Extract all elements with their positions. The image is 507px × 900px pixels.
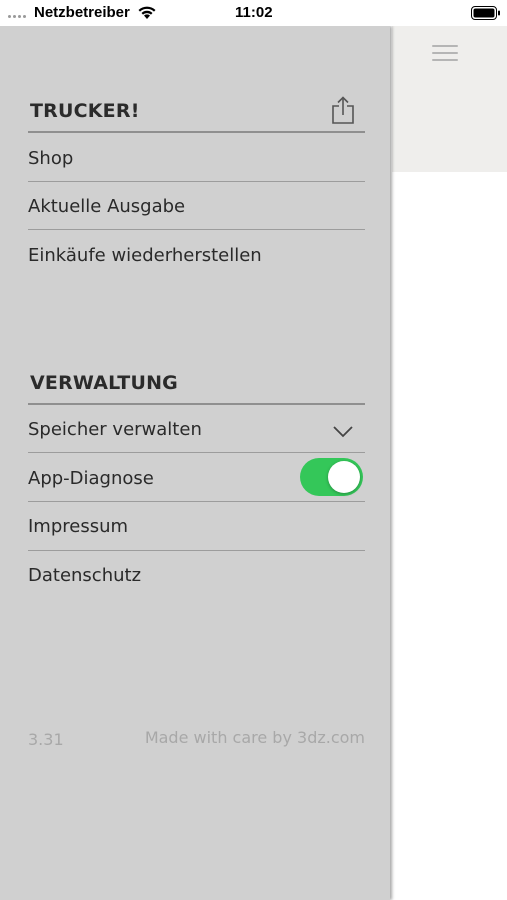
- status-time: 11:02: [235, 4, 273, 21]
- status-bar: Netzbetreiber 11:02: [0, 0, 507, 26]
- battery-icon: [471, 6, 500, 20]
- menu-item-restore-purchases[interactable]: Einkäufe wiederherstellen: [28, 232, 365, 280]
- credit-link[interactable]: Made with care by 3dz.com: [145, 728, 365, 747]
- menu-item-manage-storage[interactable]: Speicher verwalten: [28, 406, 365, 454]
- carrier-name: Netzbetreiber: [34, 4, 130, 21]
- signal-strength-icon: [8, 9, 26, 18]
- section-title-trucker: TRUCKER!: [30, 100, 140, 122]
- item-divider: [28, 229, 365, 230]
- section-divider: [28, 131, 365, 133]
- main-header: [392, 26, 507, 172]
- item-divider: [28, 181, 365, 182]
- share-icon[interactable]: [331, 96, 355, 124]
- menu-item-current-issue[interactable]: Aktuelle Ausgabe: [28, 183, 365, 231]
- hamburger-menu-icon[interactable]: [432, 45, 458, 61]
- item-divider: [28, 501, 365, 502]
- chevron-down-icon[interactable]: [333, 426, 353, 438]
- section-divider: [28, 403, 365, 405]
- app-diagnostics-toggle[interactable]: [300, 458, 363, 496]
- section-title-verwaltung: VERWALTUNG: [30, 372, 178, 394]
- wifi-icon: [138, 6, 156, 19]
- side-drawer: TRUCKER! Shop Aktuelle Ausgabe Einkäufe …: [0, 26, 390, 900]
- menu-item-shop[interactable]: Shop: [28, 135, 365, 183]
- menu-item-privacy[interactable]: Datenschutz: [28, 552, 365, 600]
- menu-item-imprint[interactable]: Impressum: [28, 503, 365, 551]
- toggle-knob: [328, 461, 360, 493]
- item-divider: [28, 452, 365, 453]
- app-version: 3.31: [28, 730, 64, 749]
- item-divider: [28, 550, 365, 551]
